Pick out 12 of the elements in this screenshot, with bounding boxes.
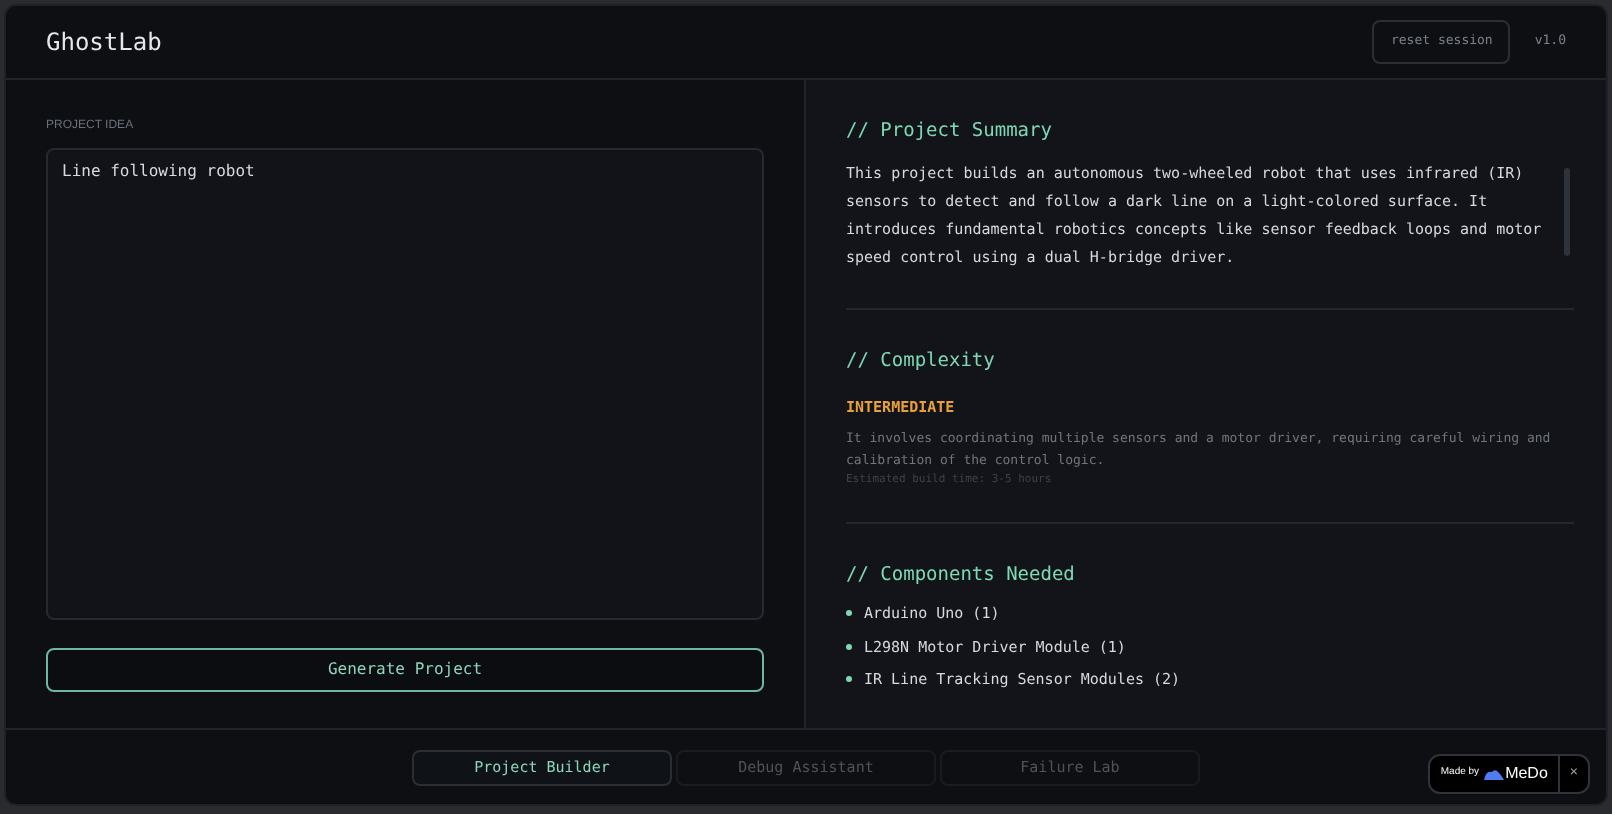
- generate-project-button[interactable]: Generate Project: [46, 648, 764, 692]
- bullet-icon: [846, 643, 852, 650]
- section-heading: // Components Needed: [846, 562, 1077, 590]
- scrollbar-thumb[interactable]: [1564, 168, 1570, 256]
- bullet-icon: [846, 610, 852, 617]
- bullet-icon: [846, 675, 852, 682]
- cloud-logo-icon: [1483, 768, 1504, 780]
- section-heading: // Project Summary: [846, 118, 1054, 146]
- brand-name: MeDo: [1505, 762, 1548, 786]
- app-title: GhostLab: [46, 26, 162, 60]
- project-idea-field[interactable]: Line following robot: [46, 148, 764, 620]
- section-heading: // Complexity: [846, 348, 997, 377]
